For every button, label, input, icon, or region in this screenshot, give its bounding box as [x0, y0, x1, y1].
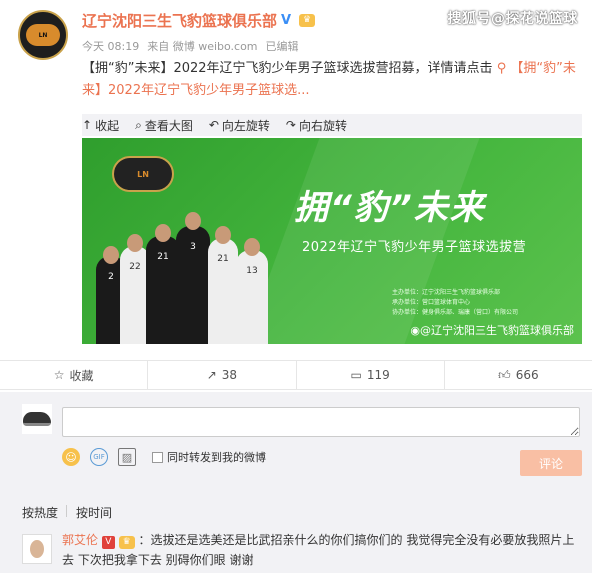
comment-item: 郭艾伦 V ♛ ：选拔还是选美还是比武招亲什么的你们搞你们的 我觉得完全没有必要…: [0, 526, 592, 573]
rotate-left-icon: ↶: [208, 118, 219, 132]
post-actions: ☆ 收藏 ↗ 38 ▭ 119 👍︎ 666: [0, 360, 592, 390]
sort-by-time[interactable]: 按时间: [76, 504, 112, 521]
like-count: 666: [515, 368, 539, 382]
link-icon: ⚲: [496, 61, 511, 76]
banner-organizers: 主办单位：辽宁沈阳三生飞豹篮球俱乐部 承办单位：营口篮球体育中心 协办单位：健身…: [392, 288, 518, 318]
magnifier-icon: ⌕: [135, 117, 142, 132]
repost-count: 38: [221, 368, 238, 382]
commenter-face: [30, 540, 44, 558]
weibo-watermark: ◉@辽宁沈阳三生飞豹篮球俱乐部: [410, 322, 574, 338]
star-icon: ☆: [53, 368, 65, 382]
sort-by-hot[interactable]: 按热度: [22, 504, 58, 521]
comment-composer: ☺ GIF ▨ 同时转发到我的微博 评论: [0, 392, 592, 492]
image-icon[interactable]: ▨: [118, 448, 136, 466]
composer-tools: ☺ GIF ▨ 同时转发到我的微博: [62, 448, 266, 466]
rotate-left-button[interactable]: ↶ 向左旋转: [209, 117, 270, 134]
post-text: 【拥“豹”未来】2022年辽宁飞豹少年男子篮球选拔营招募，详情请点击 ⚲ 【拥“…: [82, 58, 582, 102]
weibo-post: LN 辽宁沈阳三生飞豹篮球俱乐部 V ♛ 今天 08:19 来自 微博 weib…: [0, 0, 592, 360]
rotate-right-label: 向右旋转: [298, 118, 347, 133]
commenter-avatar[interactable]: [22, 534, 52, 564]
view-large-label: 查看大图: [144, 118, 193, 133]
weibo-icon: ◉: [410, 324, 420, 337]
arrow-up-icon: ↑: [82, 118, 93, 132]
player: 3: [176, 226, 210, 344]
member-level-icon: ♛: [299, 14, 316, 27]
submit-comment-button[interactable]: 评论: [520, 450, 582, 476]
repost-checkbox[interactable]: 同时转发到我的微博: [152, 449, 266, 465]
collapse-button[interactable]: ↑ 收起: [82, 117, 119, 134]
post-author[interactable]: 辽宁沈阳三生飞豹篮球俱乐部 V ♛: [82, 10, 316, 31]
weibo-watermark-text: @辽宁沈阳三生飞豹篮球俱乐部: [420, 324, 574, 337]
favorite-label: 收藏: [69, 368, 94, 383]
post-meta: 今天 08:19 来自 微博 weibo.com 已编辑: [82, 38, 299, 54]
watermark: 搜狐号@探花说篮球: [447, 11, 578, 27]
gif-icon[interactable]: GIF: [90, 448, 108, 466]
sort-divider: [66, 505, 67, 517]
club-logo: LN: [26, 24, 60, 46]
player: 13: [236, 250, 268, 344]
players-photo: 2 22 21 3 21 13: [96, 206, 296, 344]
favorite-button[interactable]: ☆ 收藏: [0, 361, 147, 389]
thumbs-up-icon: 👍︎: [498, 367, 511, 382]
rotate-left-label: 向左旋转: [221, 118, 270, 133]
my-avatar[interactable]: [22, 404, 52, 434]
player-head: [244, 238, 260, 256]
banner-logo: LN: [112, 156, 174, 192]
comment-icon: ▭: [350, 368, 362, 382]
post-text-main: 【拥“豹”未来】2022年辽宁飞豹少年男子篮球选拔营招募，详情请点击: [82, 61, 493, 76]
club-avatar[interactable]: LN: [18, 10, 68, 60]
player: 21: [208, 238, 238, 344]
player-head: [215, 226, 231, 244]
repost-checkbox-label: 同时转发到我的微博: [167, 451, 266, 464]
post-image[interactable]: LN 2 22 21 3 21 13 拥“豹”未来 2022年辽宁飞豹少年男子篮…: [82, 138, 582, 344]
comment-body: 郭艾伦 V ♛ ：选拔还是选美还是比武招亲什么的你们搞你们的 我觉得完全没有必要…: [62, 530, 582, 570]
comment-button[interactable]: ▭ 119: [295, 361, 444, 389]
banner-organizer-line: 协办单位：健身俱乐部、瑞康（营口）有限公司: [392, 309, 519, 316]
post-time[interactable]: 今天 08:19: [82, 38, 139, 54]
banner-subtitle: 2022年辽宁飞豹少年男子篮球选拔营: [302, 240, 527, 255]
sneaker-avatar-image: [23, 412, 51, 426]
banner-organizer-line: 承办单位：营口篮球体育中心: [392, 299, 471, 306]
emoji-icon[interactable]: ☺: [62, 448, 80, 466]
commenter-name[interactable]: 郭艾伦: [62, 533, 98, 547]
share-icon: ↗: [206, 368, 217, 382]
verified-badge-icon: V: [101, 536, 115, 549]
player-head: [127, 234, 143, 252]
comment-count: 119: [366, 368, 390, 382]
comment-input[interactable]: [62, 407, 580, 437]
like-button[interactable]: 👍︎ 666: [443, 361, 592, 389]
post-source[interactable]: 来自 微博 weibo.com: [147, 38, 257, 54]
view-large-button[interactable]: ⌕ 查看大图: [135, 117, 193, 134]
banner-slogan: 拥“豹”未来: [294, 188, 486, 228]
image-toolbar: ↑ 收起 ⌕ 查看大图 ↶ 向左旋转 ↷ 向右旋转: [82, 114, 582, 136]
checkbox-box[interactable]: [152, 451, 163, 463]
player-head: [185, 212, 201, 230]
verified-icon: V: [281, 13, 296, 28]
repost-button[interactable]: ↗ 38: [147, 361, 295, 389]
collapse-label: 收起: [95, 118, 120, 133]
member-level-icon: ♛: [118, 536, 135, 549]
post-edited: 已编辑: [265, 40, 299, 53]
rotate-right-icon: ↷: [285, 118, 296, 132]
rotate-right-button[interactable]: ↷ 向右旋转: [286, 117, 347, 134]
banner-organizer-line: 主办单位：辽宁沈阳三生飞豹篮球俱乐部: [392, 289, 501, 296]
player: 21: [146, 236, 180, 344]
player-head: [103, 246, 119, 264]
comment-text: ：选拔还是选美还是比武招亲什么的你们搞你们的 我觉得完全没有必要放我照片上去 下…: [62, 533, 575, 567]
player-head: [155, 224, 171, 242]
author-name[interactable]: 辽宁沈阳三生飞豹篮球俱乐部: [82, 10, 277, 31]
